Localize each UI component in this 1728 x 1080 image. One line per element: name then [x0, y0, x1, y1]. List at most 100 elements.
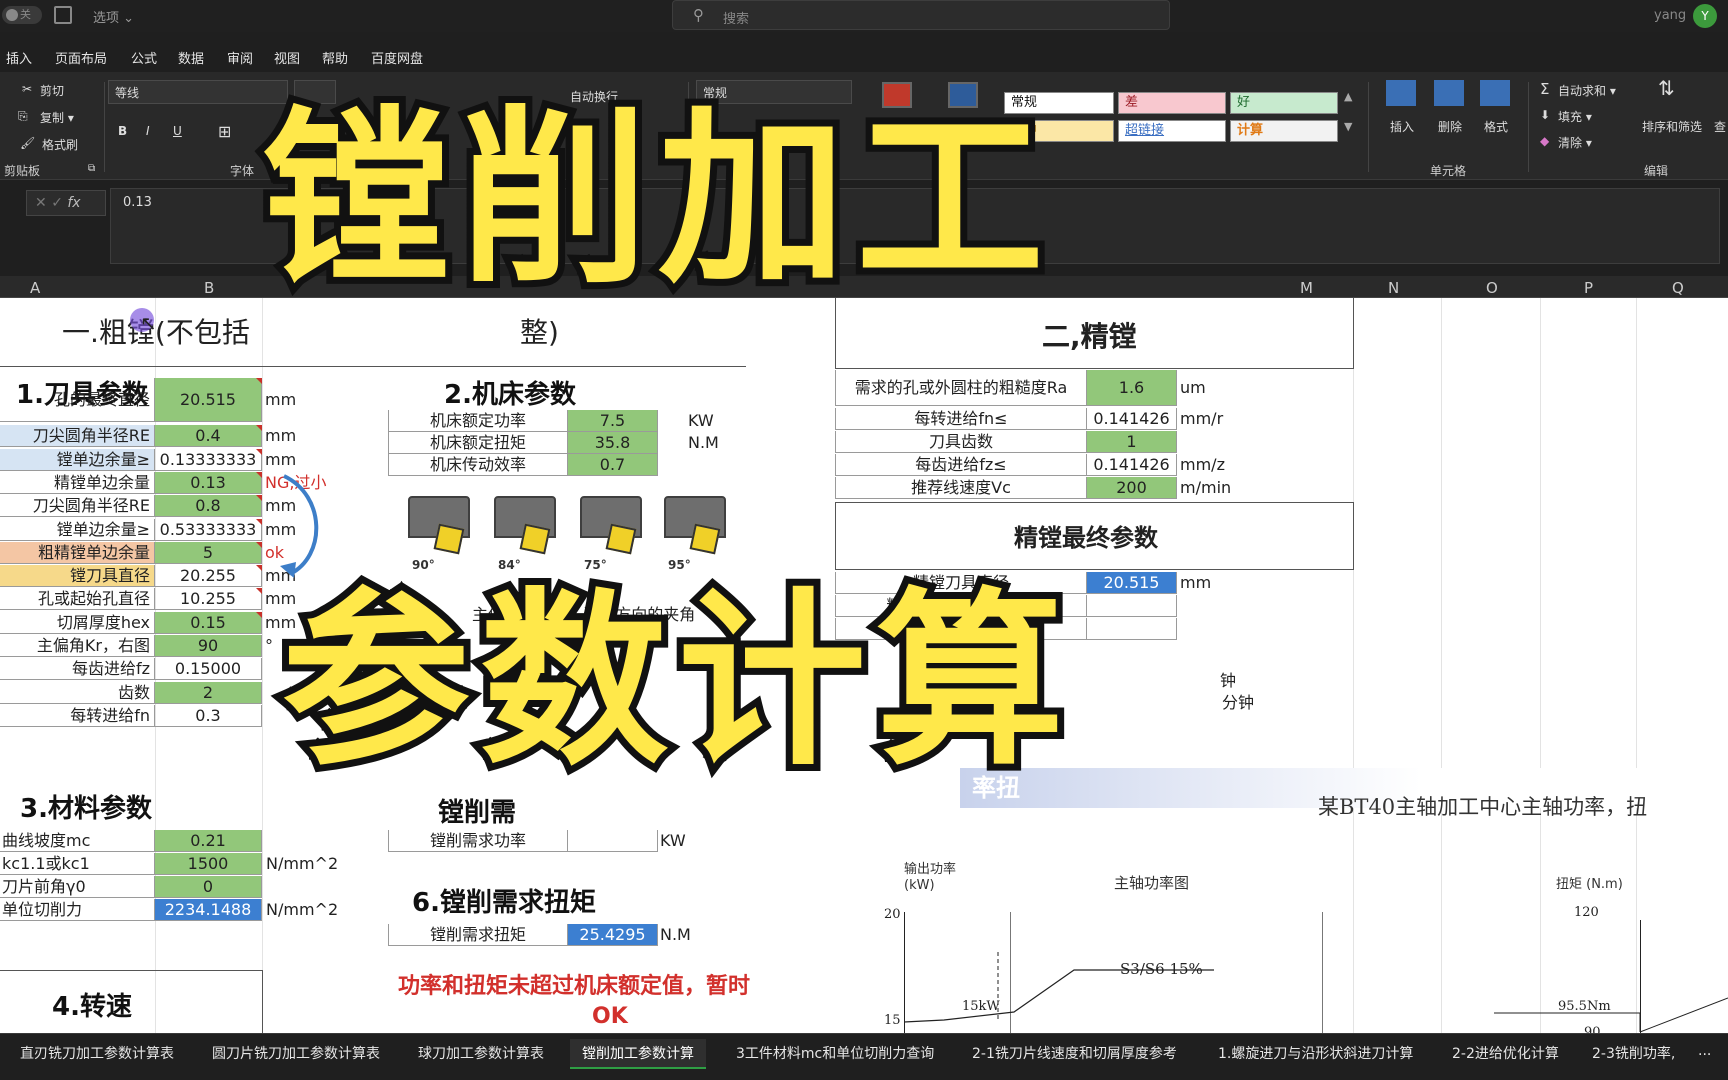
autosave-toggle[interactable]: 关 — [2, 6, 42, 24]
menu-page-layout[interactable]: 页面布局 — [55, 48, 107, 67]
fx-icon[interactable]: fx — [67, 195, 80, 211]
param-value[interactable]: 0.13333333 — [155, 448, 262, 471]
options-menu[interactable]: 选项 ⌄ — [93, 7, 134, 26]
machine-params-heading: 2.机床参数 — [444, 380, 576, 410]
param-value[interactable]: 0.13 — [155, 471, 262, 494]
search-input[interactable]: ⚲ 搜索 — [672, 0, 1170, 30]
param-value[interactable]: 20.255 — [155, 565, 262, 588]
param-label: 齿数 — [0, 681, 155, 704]
finish-final-value[interactable] — [1087, 595, 1177, 617]
style-hyperlink[interactable]: 超链接 — [1118, 120, 1226, 142]
column-header-o[interactable]: O — [1486, 279, 1498, 297]
delete-cells-button[interactable]: 删除 — [1438, 118, 1462, 135]
menu-insert[interactable]: 插入 — [6, 48, 32, 67]
font-name-value: 等线 — [115, 86, 140, 100]
finish-label: 推荐线速度Vc — [835, 477, 1087, 499]
underline-button[interactable]: U — [173, 124, 182, 138]
machine-value[interactable]: 0.7 — [568, 454, 658, 476]
menu-view[interactable]: 视图 — [274, 48, 300, 67]
material-value[interactable]: 0 — [155, 876, 262, 898]
spindle-curve-lines — [904, 952, 1728, 1033]
italic-button[interactable]: I — [146, 124, 150, 138]
param-value[interactable]: 0.53333333 — [155, 518, 262, 541]
autosum-button[interactable]: 自动求和 ▾ — [1558, 82, 1616, 99]
torque-value[interactable]: 25.4295 — [568, 924, 658, 946]
style-good[interactable]: 好 — [1230, 92, 1338, 114]
power-req-value[interactable] — [568, 830, 658, 852]
style-calc[interactable]: 计算 — [1230, 120, 1338, 142]
cancel-icon[interactable]: ✕ — [35, 195, 47, 211]
bold-button[interactable]: B — [118, 124, 127, 138]
sheet-tab-round-insert[interactable]: 圆刀片铣刀加工参数计算表 — [212, 1043, 380, 1063]
find-button[interactable]: 查 — [1714, 118, 1726, 135]
column-header-m[interactable]: M — [1300, 279, 1313, 297]
param-label: 镗刀具直径 — [0, 565, 155, 588]
power-req-label: 镗削需求功率 — [388, 830, 568, 852]
finish-value[interactable]: 1 — [1087, 431, 1177, 453]
sheet-tab-feed-opt[interactable]: 2-2进给优化计算 — [1452, 1043, 1559, 1063]
confirm-icon[interactable]: ✓ — [51, 195, 63, 211]
finish-value[interactable]: 1.6 — [1087, 370, 1177, 406]
param-value[interactable]: 10.255 — [155, 588, 262, 611]
finish-value[interactable]: 0.141426 — [1087, 408, 1177, 430]
param-value[interactable]: 0.8 — [155, 495, 262, 518]
finish-boring-title: 二,精镗 — [1042, 320, 1137, 353]
sheet-tab-helix[interactable]: 1.螺旋进刀与沿形状斜进刀计算 — [1218, 1043, 1413, 1063]
styles-scroll-up-icon[interactable]: ▲ — [1344, 90, 1352, 103]
column-header-p[interactable]: P — [1584, 279, 1593, 297]
copy-button[interactable]: 复制 ▾ — [40, 109, 74, 126]
format-cells-button[interactable]: 格式 — [1484, 118, 1508, 135]
param-value[interactable]: 0.3 — [155, 704, 262, 727]
menu-help[interactable]: 帮助 — [322, 48, 348, 67]
param-value[interactable]: 20.515 — [155, 378, 262, 422]
param-value[interactable]: 90 — [155, 635, 262, 657]
machine-value[interactable]: 35.8 — [568, 432, 658, 454]
material-value[interactable]: 2234.1488 — [155, 899, 262, 921]
insert-cells-button[interactable]: 插入 — [1390, 118, 1414, 135]
clipboard-launcher-icon[interactable]: ⧉ — [88, 163, 95, 174]
format-painter-button[interactable]: 格式刷 — [42, 136, 78, 153]
column-header-a[interactable]: A — [30, 279, 40, 297]
style-bad[interactable]: 差 — [1118, 92, 1226, 114]
param-value[interactable]: 2 — [155, 681, 262, 704]
sheet-tab-speed-ref[interactable]: 2-1铣刀片线速度和切屑厚度参考 — [972, 1043, 1177, 1063]
sheet-tab-ball-mill[interactable]: 球刀加工参数计算表 — [418, 1043, 544, 1063]
menu-formulas[interactable]: 公式 — [131, 48, 157, 67]
param-value[interactable]: 5 — [155, 541, 262, 564]
menu-review[interactable]: 审阅 — [227, 48, 253, 67]
sheet-tab-material[interactable]: 3工件材料mc和单位切削力查询 — [736, 1043, 934, 1063]
finish-value[interactable]: 0.141426 — [1087, 454, 1177, 476]
param-value[interactable]: 0.15000 — [155, 658, 262, 681]
styles-more-icon[interactable]: ▼ — [1344, 120, 1352, 133]
sheet-tab-mill-power[interactable]: 2-3铣削功率, — [1592, 1043, 1675, 1063]
menu-baidu[interactable]: 百度网盘 — [371, 48, 423, 67]
menu-data[interactable]: 数据 — [178, 48, 204, 67]
param-value[interactable]: 0.4 — [155, 425, 262, 448]
column-header-q[interactable]: Q — [1672, 279, 1684, 297]
title-border — [0, 366, 746, 367]
sort-filter-button[interactable]: 排序和筛选 — [1642, 118, 1702, 135]
cut-button[interactable]: 剪切 — [40, 82, 64, 99]
param-value[interactable]: 0.15 — [155, 611, 262, 634]
machine-value[interactable]: 7.5 — [568, 410, 658, 432]
sheet-tab-flat-mill[interactable]: 直刃铣刀加工参数计算表 — [20, 1043, 174, 1063]
finish-value[interactable]: 200 — [1087, 477, 1177, 499]
avatar[interactable]: Y — [1693, 4, 1717, 28]
finish-final-value[interactable] — [1087, 618, 1177, 640]
material-value[interactable]: 0.21 — [155, 830, 262, 852]
font-name-select[interactable]: 等线 — [108, 80, 288, 104]
autosave-label: 关 — [20, 8, 31, 21]
sheet-tab-more[interactable]: ... — [1698, 1043, 1711, 1059]
column-header-b[interactable]: B — [204, 279, 214, 297]
fill-button[interactable]: 填充 ▾ — [1558, 108, 1592, 125]
border-icon[interactable]: ⊞ — [218, 122, 231, 141]
sheet-tab-boring[interactable]: 镗削加工参数计算 — [570, 1039, 706, 1070]
material-value[interactable]: 1500 — [155, 853, 262, 875]
material-label: 刀片前角γ0 — [0, 876, 155, 898]
finish-final-value[interactable]: 20.515 — [1087, 572, 1177, 594]
clear-button[interactable]: 清除 ▾ — [1558, 134, 1592, 151]
comment-marker-icon — [256, 425, 262, 432]
column-header-n[interactable]: N — [1388, 279, 1399, 297]
save-icon[interactable] — [54, 6, 72, 24]
warning-line-2: OK — [592, 1004, 628, 1029]
